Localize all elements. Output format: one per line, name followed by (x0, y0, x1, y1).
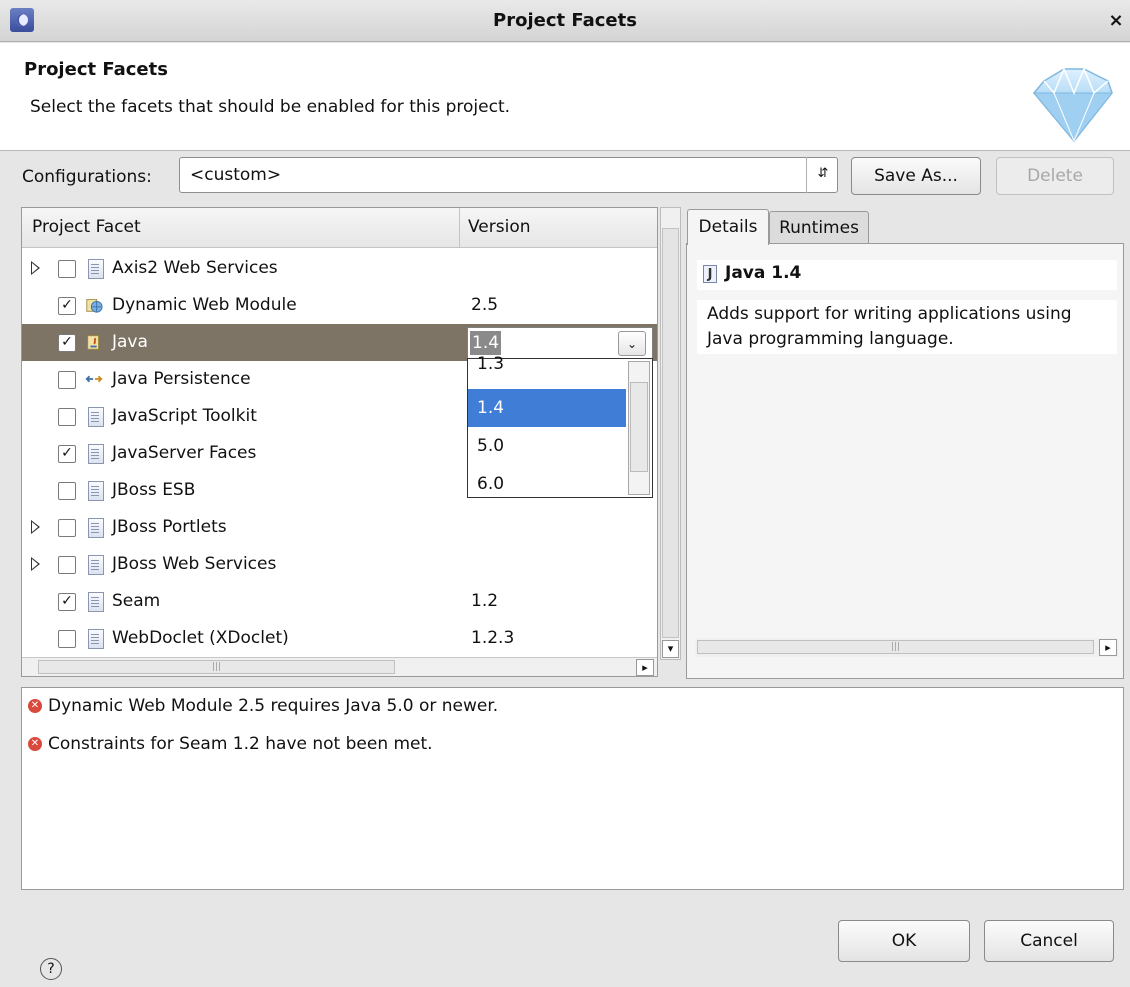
problem-text: Constraints for Seam 1.2 have not been m… (48, 734, 433, 754)
expand-arrow-icon[interactable] (31, 261, 40, 275)
table-header: Project Facet Version (22, 208, 657, 248)
facet-doc-icon (88, 444, 104, 464)
scroll-thumb[interactable] (662, 228, 679, 638)
persistence-arrows-icon (85, 375, 103, 383)
version-option[interactable]: 6.0 (468, 465, 626, 503)
gem-banner-icon (1032, 67, 1114, 143)
delete-button[interactable]: Delete (996, 157, 1114, 195)
details-panel: J Java 1.4 Adds support for writing appl… (686, 243, 1124, 679)
version-option[interactable]: 1.3 (468, 345, 626, 383)
facet-checkbox[interactable] (58, 630, 76, 648)
facet-version: 1.2 (471, 591, 499, 611)
facet-name: JBoss Web Services (112, 554, 277, 574)
facet-checkbox[interactable]: ✓ (58, 593, 76, 611)
table-row[interactable]: JBoss Web Services (22, 546, 657, 583)
facet-doc-icon (88, 259, 104, 279)
facet-doc-icon (88, 481, 104, 501)
facet-name: Java (112, 332, 148, 352)
java-icon (87, 335, 99, 350)
facet-checkbox[interactable]: ✓ (58, 445, 76, 463)
ok-button[interactable]: OK (838, 920, 970, 962)
version-list-scrollbar[interactable] (628, 361, 650, 495)
facet-name: Seam (112, 591, 161, 611)
expand-arrow-icon[interactable] (31, 520, 40, 534)
facet-doc-icon (88, 555, 104, 575)
window-title: Project Facets (493, 10, 637, 31)
facet-doc-icon (88, 518, 104, 538)
facet-checkbox[interactable] (58, 371, 76, 389)
facet-checkbox[interactable] (58, 556, 76, 574)
table-row[interactable]: ✓ Dynamic Web Module 2.5 (22, 287, 657, 324)
problems-list: ✕ Dynamic Web Module 2.5 requires Java 5… (21, 687, 1124, 890)
column-separator[interactable] (459, 208, 460, 248)
header-description: Select the facets that should be enabled… (30, 97, 511, 117)
facet-checkbox[interactable]: ✓ (58, 297, 76, 315)
problem-text: Dynamic Web Module 2.5 requires Java 5.0… (48, 696, 499, 716)
scroll-down-icon[interactable]: ▾ (662, 640, 679, 658)
facet-table: Project Facet Version Axis2 Web Services… (21, 207, 658, 677)
version-option[interactable]: 1.4 (468, 389, 626, 427)
table-row[interactable]: JBoss Portlets (22, 509, 657, 546)
facet-name: Dynamic Web Module (112, 295, 297, 315)
dialog-header: Project Facets Select the facets that sh… (0, 43, 1130, 151)
facet-checkbox[interactable] (58, 260, 76, 278)
facet-name: JavaScript Toolkit (112, 406, 257, 426)
scroll-right-icon[interactable]: ▸ (1099, 639, 1117, 656)
error-icon: ✕ (28, 699, 42, 713)
facet-name: JBoss Portlets (112, 517, 227, 537)
cancel-button[interactable]: Cancel (984, 920, 1114, 962)
version-option[interactable]: 5.0 (468, 427, 626, 465)
facet-doc-icon (88, 629, 104, 649)
save-as-button[interactable]: Save As... (851, 157, 981, 195)
table-row[interactable]: ✓ Seam 1.2 (22, 583, 657, 620)
header-title: Project Facets (24, 59, 168, 80)
configurations-value: <custom> (190, 165, 282, 185)
error-icon: ✕ (28, 737, 42, 751)
tab-runtimes[interactable]: Runtimes (769, 211, 869, 243)
facet-doc-icon (88, 592, 104, 612)
version-dropdown-list: 1.3 1.4 5.0 6.0 (467, 354, 653, 498)
table-row[interactable]: WebDoclet (XDoclet) 1.2.3 (22, 620, 657, 657)
configurations-label: Configurations: (22, 167, 152, 187)
facet-name: WebDoclet (XDoclet) (112, 628, 289, 648)
details-heading-box: J Java 1.4 (697, 260, 1117, 290)
facet-checkbox[interactable] (58, 519, 76, 537)
help-icon[interactable]: ? (40, 958, 62, 980)
facet-vertical-scrollbar[interactable]: ▾ (660, 207, 681, 660)
column-header-facet[interactable]: Project Facet (32, 217, 141, 237)
details-description: Adds support for writing applications us… (697, 300, 1117, 354)
facet-version: 2.5 (471, 295, 499, 315)
updown-arrows-icon[interactable]: ⇵ (806, 157, 839, 193)
scroll-thumb[interactable]: ||| (697, 640, 1094, 654)
details-horizontal-scrollbar[interactable]: ||| ▸ (695, 638, 1119, 657)
facet-name: Java Persistence (112, 369, 251, 389)
facet-horizontal-scrollbar[interactable]: ||| ▸ (22, 657, 657, 676)
column-header-version[interactable]: Version (468, 217, 531, 237)
details-heading: Java 1.4 (725, 263, 802, 283)
facet-checkbox[interactable] (58, 482, 76, 500)
scroll-thumb[interactable] (630, 382, 648, 472)
tab-details[interactable]: Details (687, 209, 769, 245)
configurations-select[interactable]: <custom> (179, 157, 838, 193)
scroll-right-icon[interactable]: ▸ (636, 659, 654, 676)
java-icon: J (703, 265, 717, 283)
facet-name: JavaServer Faces (112, 443, 257, 463)
expand-arrow-icon[interactable] (31, 557, 40, 571)
scroll-thumb[interactable]: ||| (38, 660, 395, 674)
facet-checkbox[interactable] (58, 408, 76, 426)
facet-version: 1.2.3 (471, 628, 515, 648)
facet-checkbox[interactable]: ✓ (58, 334, 76, 352)
facet-doc-icon (88, 407, 104, 427)
facet-name: Axis2 Web Services (112, 258, 278, 278)
web-module-icon (86, 299, 103, 313)
table-row[interactable]: Axis2 Web Services (22, 250, 657, 287)
close-button[interactable]: × (1106, 12, 1126, 32)
facet-name: JBoss ESB (112, 480, 196, 500)
